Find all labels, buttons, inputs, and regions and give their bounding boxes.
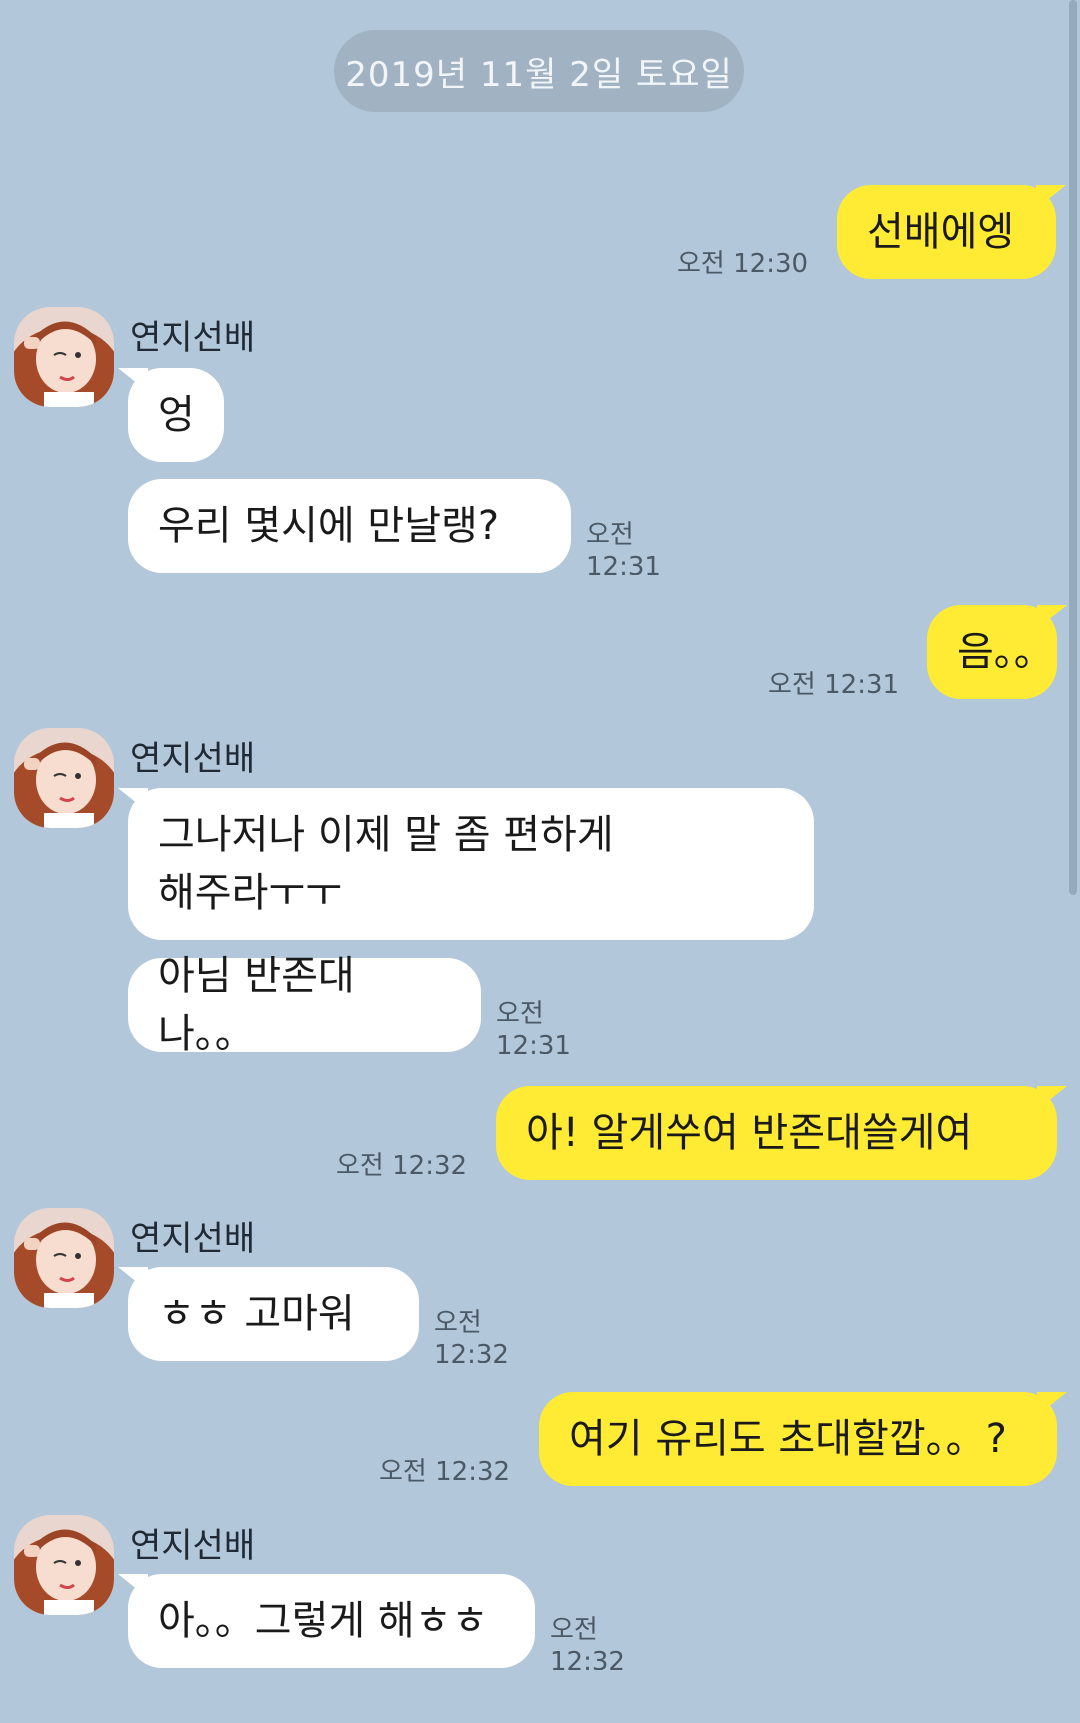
message-text: 엉 <box>158 392 195 438</box>
sender-name: 연지선배 <box>130 739 256 779</box>
avatar[interactable] <box>14 1208 114 1308</box>
avatar[interactable] <box>14 728 114 828</box>
other-message-bubble[interactable]: 우리 몇시에 만날랭? <box>128 479 571 573</box>
message-time: 오전 12:30 <box>677 249 809 279</box>
my-message-bubble[interactable]: 선배에엥 <box>837 185 1066 279</box>
message-time: 오전 12:31 <box>496 999 571 1054</box>
profile-photo-icon <box>14 1208 114 1308</box>
avatar[interactable] <box>14 307 114 407</box>
my-message-bubble[interactable]: 음。。 <box>927 605 1067 699</box>
sender-name: 연지선배 <box>130 318 256 358</box>
chat-screen[interactable]: 2019년 11월 2일 토요일 오전 12:30 선배에엥 연지선배 엉 우리… <box>0 0 1080 1723</box>
profile-photo-icon <box>14 307 114 407</box>
other-message-bubble[interactable]: 엉 <box>118 368 224 462</box>
date-separator: 2019년 11월 2일 토요일 <box>334 30 744 112</box>
my-message-bubble[interactable]: 아! 알게쑤여 반존대쓸게여 <box>496 1086 1067 1180</box>
message-time: 오전 12:32 <box>550 1615 625 1670</box>
message-text: 여기 유리도 초대할깝。。? <box>569 1416 1007 1462</box>
sender-name: 연지선배 <box>130 1219 256 1259</box>
other-message-bubble[interactable]: 그나저나 이제 말 좀 편하게 해주라ㅜㅜ <box>118 788 814 940</box>
other-message-bubble[interactable]: 아。。그렇게 해ㅎㅎ <box>118 1574 535 1668</box>
message-time: 오전 12:32 <box>336 1151 468 1181</box>
message-text: 아。。그렇게 해ㅎㅎ <box>158 1598 489 1644</box>
message-text: 그나저나 이제 말 좀 편하게 해주라ㅜㅜ <box>158 806 614 922</box>
message-time: 오전 12:32 <box>379 1457 511 1487</box>
message-time: 오전 12:32 <box>434 1308 509 1363</box>
message-time: 오전 12:31 <box>586 520 661 575</box>
avatar[interactable] <box>14 1515 114 1615</box>
message-time: 오전 12:31 <box>768 670 900 700</box>
sender-name: 연지선배 <box>130 1526 256 1566</box>
my-message-bubble[interactable]: 여기 유리도 초대할깝。。? <box>539 1392 1067 1486</box>
scrollbar[interactable] <box>1069 0 1077 895</box>
message-line: 그나저나 이제 말 좀 편하게 <box>158 812 614 858</box>
message-text: 아님 반존대나。。 <box>158 953 355 1057</box>
profile-photo-icon <box>14 728 114 828</box>
other-message-bubble[interactable]: 아님 반존대나。。 <box>128 953 481 1057</box>
message-line: 해주라ㅜㅜ <box>158 870 342 916</box>
message-text: ㅎㅎ 고마워 <box>158 1291 355 1337</box>
message-text: 우리 몇시에 만날랭? <box>158 503 500 549</box>
message-text: 선배에엥 <box>867 209 1015 255</box>
profile-photo-icon <box>14 1515 114 1615</box>
message-text: 음。。 <box>957 629 1054 675</box>
other-message-bubble[interactable]: ㅎㅎ 고마워 <box>118 1267 419 1361</box>
message-text: 아! 알게쑤여 반존대쓸게여 <box>526 1110 973 1156</box>
